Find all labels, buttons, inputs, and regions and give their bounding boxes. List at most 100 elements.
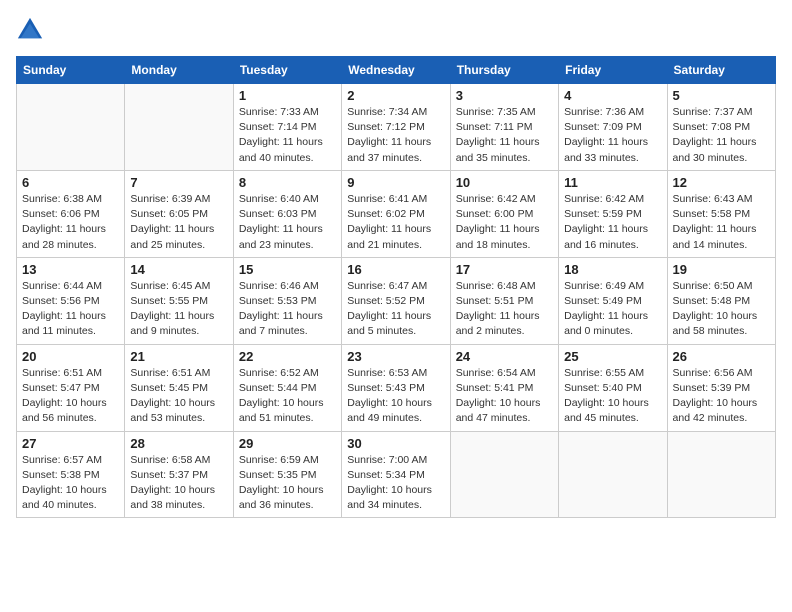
day-number: 29 (239, 436, 336, 451)
day-header-friday: Friday (559, 57, 667, 84)
calendar-cell: 19 Sunrise: 6:50 AMSunset: 5:48 PMDayligh… (667, 257, 775, 344)
calendar-cell: 14 Sunrise: 6:45 AMSunset: 5:55 PMDayligh… (125, 257, 233, 344)
cell-info: Sunrise: 6:42 AMSunset: 6:00 PMDaylight:… (456, 192, 553, 253)
week-row-5: 27Sunrise: 6:57 AMSunset: 5:38 PMDayligh… (17, 431, 776, 518)
calendar-cell: 7Sunrise: 6:39 AMSunset: 6:05 PMDaylight… (125, 170, 233, 257)
cell-info: Sunrise: 6:41 AMSunset: 6:02 PMDaylight:… (347, 192, 444, 253)
calendar-cell: 13 Sunrise: 6:44 AMSunset: 5:56 PMDayligh… (17, 257, 125, 344)
day-number: 4 (564, 88, 661, 103)
day-header-sunday: Sunday (17, 57, 125, 84)
day-number: 23 (347, 349, 444, 364)
day-number: 9 (347, 175, 444, 190)
cell-info: Sunrise: 6:55 AMSunset: 5:40 PMDaylight:… (564, 366, 661, 427)
cell-info: Sunrise: 7:37 AMSunset: 7:08 PMDaylight:… (673, 105, 770, 166)
day-number: 13 (22, 262, 119, 277)
cell-info: Sunrise: 6:59 AMSunset: 5:35 PMDaylight:… (239, 453, 336, 514)
cell-info: Sunrise: 6:48 AMSunset: 5:51 PMDaylight:… (456, 279, 553, 340)
cell-info: Sunrise: 6:38 AMSunset: 6:06 PMDaylight:… (22, 192, 119, 253)
calendar-cell: 18 Sunrise: 6:49 AMSunset: 5:49 PMDayligh… (559, 257, 667, 344)
calendar-cell: 17Sunrise: 6:48 AMSunset: 5:51 PMDayligh… (450, 257, 558, 344)
day-number: 2 (347, 88, 444, 103)
week-row-2: 6 Sunrise: 6:38 AMSunset: 6:06 PMDaylight… (17, 170, 776, 257)
calendar-cell: 4 Sunrise: 7:36 AMSunset: 7:09 PMDaylight… (559, 84, 667, 171)
calendar-cell (667, 431, 775, 518)
day-number: 19 (673, 262, 770, 277)
calendar-cell: 20 Sunrise: 6:51 AMSunset: 5:47 PMDayligh… (17, 344, 125, 431)
day-number: 16 (347, 262, 444, 277)
calendar-cell: 8 Sunrise: 6:40 AMSunset: 6:03 PMDaylight… (233, 170, 341, 257)
day-number: 24 (456, 349, 553, 364)
day-number: 28 (130, 436, 227, 451)
day-number: 1 (239, 88, 336, 103)
header-row: SundayMondayTuesdayWednesdayThursdayFrid… (17, 57, 776, 84)
day-header-tuesday: Tuesday (233, 57, 341, 84)
day-header-thursday: Thursday (450, 57, 558, 84)
calendar-cell (559, 431, 667, 518)
page-header (16, 16, 776, 44)
calendar-cell (125, 84, 233, 171)
day-number: 7 (130, 175, 227, 190)
cell-info: Sunrise: 6:47 AMSunset: 5:52 PMDaylight:… (347, 279, 444, 340)
cell-info: Sunrise: 7:35 AMSunset: 7:11 PMDaylight:… (456, 105, 553, 166)
day-number: 25 (564, 349, 661, 364)
calendar-cell: 12 Sunrise: 6:43 AMSunset: 5:58 PMDayligh… (667, 170, 775, 257)
calendar-cell (17, 84, 125, 171)
cell-info: Sunrise: 7:33 AMSunset: 7:14 PMDaylight:… (239, 105, 336, 166)
calendar-cell: 11 Sunrise: 6:42 AMSunset: 5:59 PMDayligh… (559, 170, 667, 257)
calendar-cell: 10 Sunrise: 6:42 AMSunset: 6:00 PMDayligh… (450, 170, 558, 257)
day-number: 20 (22, 349, 119, 364)
cell-info: Sunrise: 6:49 AMSunset: 5:49 PMDaylight:… (564, 279, 661, 340)
cell-info: Sunrise: 6:45 AMSunset: 5:55 PMDaylight:… (130, 279, 227, 340)
day-number: 3 (456, 88, 553, 103)
cell-info: Sunrise: 6:56 AMSunset: 5:39 PMDaylight:… (673, 366, 770, 427)
logo (16, 16, 48, 44)
calendar-cell: 6 Sunrise: 6:38 AMSunset: 6:06 PMDaylight… (17, 170, 125, 257)
calendar-table: SundayMondayTuesdayWednesdayThursdayFrid… (16, 56, 776, 518)
cell-info: Sunrise: 6:44 AMSunset: 5:56 PMDaylight:… (22, 279, 119, 340)
week-row-1: 1 Sunrise: 7:33 AMSunset: 7:14 PMDaylight… (17, 84, 776, 171)
day-number: 15 (239, 262, 336, 277)
calendar-cell: 15 Sunrise: 6:46 AMSunset: 5:53 PMDayligh… (233, 257, 341, 344)
day-number: 18 (564, 262, 661, 277)
day-number: 27 (22, 436, 119, 451)
calendar-cell: 28 Sunrise: 6:58 AMSunset: 5:37 PMDayligh… (125, 431, 233, 518)
cell-info: Sunrise: 7:34 AMSunset: 7:12 PMDaylight:… (347, 105, 444, 166)
calendar-cell: 29 Sunrise: 6:59 AMSunset: 5:35 PMDayligh… (233, 431, 341, 518)
logo-icon (16, 16, 44, 44)
cell-info: Sunrise: 6:51 AMSunset: 5:47 PMDaylight:… (22, 366, 119, 427)
day-number: 5 (673, 88, 770, 103)
calendar-cell: 3 Sunrise: 7:35 AMSunset: 7:11 PMDaylight… (450, 84, 558, 171)
cell-info: Sunrise: 6:43 AMSunset: 5:58 PMDaylight:… (673, 192, 770, 253)
calendar-cell: 9 Sunrise: 6:41 AMSunset: 6:02 PMDaylight… (342, 170, 450, 257)
cell-info: Sunrise: 6:40 AMSunset: 6:03 PMDaylight:… (239, 192, 336, 253)
calendar-cell (450, 431, 558, 518)
day-number: 12 (673, 175, 770, 190)
day-number: 10 (456, 175, 553, 190)
cell-info: Sunrise: 6:58 AMSunset: 5:37 PMDaylight:… (130, 453, 227, 514)
cell-info: Sunrise: 6:46 AMSunset: 5:53 PMDaylight:… (239, 279, 336, 340)
day-number: 14 (130, 262, 227, 277)
calendar-cell: 25 Sunrise: 6:55 AMSunset: 5:40 PMDayligh… (559, 344, 667, 431)
calendar-cell: 16 Sunrise: 6:47 AMSunset: 5:52 PMDayligh… (342, 257, 450, 344)
calendar-cell: 22Sunrise: 6:52 AMSunset: 5:44 PMDayligh… (233, 344, 341, 431)
day-header-monday: Monday (125, 57, 233, 84)
calendar-cell: 2 Sunrise: 7:34 AMSunset: 7:12 PMDaylight… (342, 84, 450, 171)
day-number: 30 (347, 436, 444, 451)
cell-info: Sunrise: 6:52 AMSunset: 5:44 PMDaylight:… (239, 366, 336, 427)
cell-info: Sunrise: 6:42 AMSunset: 5:59 PMDaylight:… (564, 192, 661, 253)
cell-info: Sunrise: 7:36 AMSunset: 7:09 PMDaylight:… (564, 105, 661, 166)
day-number: 21 (130, 349, 227, 364)
cell-info: Sunrise: 6:53 AMSunset: 5:43 PMDaylight:… (347, 366, 444, 427)
calendar-cell: 23 Sunrise: 6:53 AMSunset: 5:43 PMDayligh… (342, 344, 450, 431)
day-number: 6 (22, 175, 119, 190)
day-number: 26 (673, 349, 770, 364)
day-header-wednesday: Wednesday (342, 57, 450, 84)
calendar-cell: 27Sunrise: 6:57 AMSunset: 5:38 PMDayligh… (17, 431, 125, 518)
calendar-cell: 1 Sunrise: 7:33 AMSunset: 7:14 PMDaylight… (233, 84, 341, 171)
calendar-cell: 21Sunrise: 6:51 AMSunset: 5:45 PMDayligh… (125, 344, 233, 431)
calendar-cell: 30Sunrise: 7:00 AMSunset: 5:34 PMDayligh… (342, 431, 450, 518)
cell-info: Sunrise: 6:50 AMSunset: 5:48 PMDaylight:… (673, 279, 770, 340)
cell-info: Sunrise: 6:54 AMSunset: 5:41 PMDaylight:… (456, 366, 553, 427)
day-number: 11 (564, 175, 661, 190)
day-number: 8 (239, 175, 336, 190)
